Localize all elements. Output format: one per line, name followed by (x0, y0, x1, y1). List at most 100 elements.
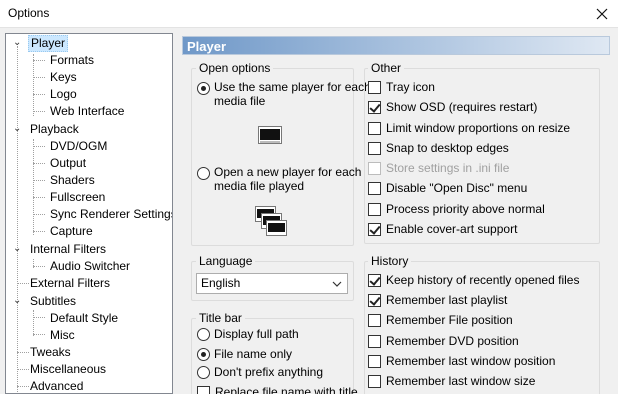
tree-item-capture[interactable]: Capture (48, 223, 95, 240)
radio-indicator (197, 347, 210, 361)
keep-history-checkbox[interactable]: Keep history of recently opened files (368, 271, 579, 289)
checkbox-indicator (368, 273, 381, 287)
dont-prefix-radio[interactable]: Don't prefix anything (197, 363, 323, 381)
tree-item-dvd-ogm[interactable]: DVD/OGM (48, 138, 109, 155)
checkbox-indicator (197, 385, 210, 394)
checkbox-indicator (368, 222, 381, 236)
process-priority-checkbox[interactable]: Process priority above normal (368, 200, 545, 218)
tree-connector (33, 163, 45, 164)
new-player-label: Open a new player for each media file pl… (214, 165, 361, 193)
tree-item-fullscreen[interactable]: Fullscreen (48, 189, 107, 206)
remember-playlist-label: Remember last playlist (386, 293, 508, 307)
tree-connector (33, 54, 34, 116)
tree-item-player[interactable]: Player (28, 35, 69, 52)
checkbox-indicator (368, 141, 381, 155)
tree-item-web-interface[interactable]: Web Interface (48, 103, 126, 120)
same-player-line2: media file (214, 94, 266, 108)
checkbox-indicator (368, 334, 381, 348)
display-full-path-label: Display full path (214, 327, 299, 341)
other-title: Other (368, 62, 405, 75)
tree-item-playback[interactable]: Playback (28, 121, 81, 138)
tray-icon-checkbox[interactable]: Tray icon (368, 78, 435, 96)
same-player-line1: Use the same player for each (214, 80, 371, 94)
tree-item-shaders[interactable]: Shaders (48, 172, 97, 189)
remember-window-size-label: Remember last window size (386, 374, 536, 388)
tree-connector (33, 94, 45, 95)
limit-window-proportions-checkbox[interactable]: Limit window proportions on resize (368, 119, 570, 137)
limit-window-proportions-label: Limit window proportions on resize (386, 121, 571, 135)
tree-connector (33, 180, 45, 181)
tree-connector (33, 197, 45, 198)
collapse-icon[interactable]: ⌄ (13, 124, 22, 134)
snap-to-edges-checkbox[interactable]: Snap to desktop edges (368, 139, 509, 157)
tree-connector (33, 231, 45, 232)
tree-item-subtitles[interactable]: Subtitles (28, 293, 78, 310)
cover-art-checkbox[interactable]: Enable cover-art support (368, 220, 517, 238)
same-player-radio[interactable]: Use the same player for each media file (197, 80, 371, 110)
collapse-icon[interactable]: ⌄ (13, 38, 22, 48)
open-options-title: Open options (196, 62, 274, 75)
collapse-icon[interactable]: ⌄ (13, 244, 22, 254)
checkbox-indicator (368, 293, 381, 307)
options-tree[interactable]: ⌄ ⌄ ⌄ ⌄ Player Formats Keys Logo Web Int… (5, 33, 173, 394)
page-title: Player (182, 36, 610, 55)
store-settings-ini-label: Store settings in .ini file (386, 161, 510, 175)
collapse-icon[interactable]: ⌄ (13, 296, 22, 306)
tree-connector (33, 60, 45, 61)
tree-item-advanced[interactable]: Advanced (28, 378, 85, 393)
process-priority-label: Process priority above normal (386, 202, 545, 216)
tree-item-tweaks[interactable]: Tweaks (28, 344, 73, 361)
tree-item-default-style[interactable]: Default Style (48, 310, 120, 327)
disable-open-disc-checkbox[interactable]: Disable "Open Disc" menu (368, 179, 527, 197)
display-full-path-radio[interactable]: Display full path (197, 325, 299, 343)
remember-playlist-checkbox[interactable]: Remember last playlist (368, 291, 507, 309)
single-player-icon (258, 126, 282, 144)
tree-connector (33, 139, 34, 235)
checkbox-indicator (368, 354, 381, 368)
tree-connector (33, 334, 45, 335)
window-title: Options (8, 6, 50, 20)
tree-item-output[interactable]: Output (48, 155, 88, 172)
tree-item-internal-filters[interactable]: Internal Filters (28, 241, 108, 258)
new-player-line1: Open a new player for each (214, 165, 362, 179)
window-titlebar: Options (0, 0, 618, 28)
file-name-only-radio[interactable]: File name only (197, 345, 292, 363)
show-osd-checkbox[interactable]: Show OSD (requires restart) (368, 98, 537, 116)
tree-connector (33, 214, 45, 215)
tree-connector (33, 310, 34, 336)
replace-file-name-checkbox[interactable]: Replace file name with title (197, 383, 358, 394)
tree-item-formats[interactable]: Formats (48, 52, 96, 69)
close-icon (596, 8, 608, 20)
tree-item-external-filters[interactable]: External Filters (28, 275, 112, 292)
radio-indicator (197, 365, 210, 379)
remember-window-size-checkbox[interactable]: Remember last window size (368, 372, 535, 390)
snap-to-edges-label: Snap to desktop edges (386, 141, 509, 155)
radio-indicator (197, 167, 210, 180)
language-select[interactable]: English (196, 273, 348, 294)
file-name-only-label: File name only (214, 347, 293, 361)
tree-item-audio-switcher[interactable]: Audio Switcher (48, 258, 132, 275)
language-value: English (201, 276, 241, 290)
tree-item-logo[interactable]: Logo (48, 86, 79, 103)
new-player-radio[interactable]: Open a new player for each media file pl… (197, 165, 361, 195)
tree-item-miscellaneous[interactable]: Miscellaneous (28, 361, 108, 378)
checkbox-indicator (368, 374, 381, 388)
tree-connector (33, 111, 45, 112)
replace-file-name-label: Replace file name with title (215, 385, 358, 394)
remember-dvd-position-label: Remember DVD position (386, 334, 519, 348)
close-button[interactable] (586, 0, 618, 28)
tree-connector (33, 317, 45, 318)
remember-dvd-position-checkbox[interactable]: Remember DVD position (368, 332, 519, 350)
remember-window-position-checkbox[interactable]: Remember last window position (368, 352, 555, 370)
tree-item-sync-renderer[interactable]: Sync Renderer Settings (48, 206, 172, 223)
same-player-label: Use the same player for each media file (214, 80, 371, 108)
disable-open-disc-label: Disable "Open Disc" menu (386, 181, 528, 195)
remember-file-position-checkbox[interactable]: Remember File position (368, 311, 513, 329)
tree-item-keys[interactable]: Keys (48, 69, 79, 86)
tree-connector (33, 146, 45, 147)
tree-item-misc[interactable]: Misc (48, 327, 77, 344)
multi-player-icon (255, 206, 287, 236)
checkbox-indicator (368, 80, 381, 94)
title-bar-title: Title bar (196, 312, 245, 325)
tree-connector (17, 46, 18, 393)
